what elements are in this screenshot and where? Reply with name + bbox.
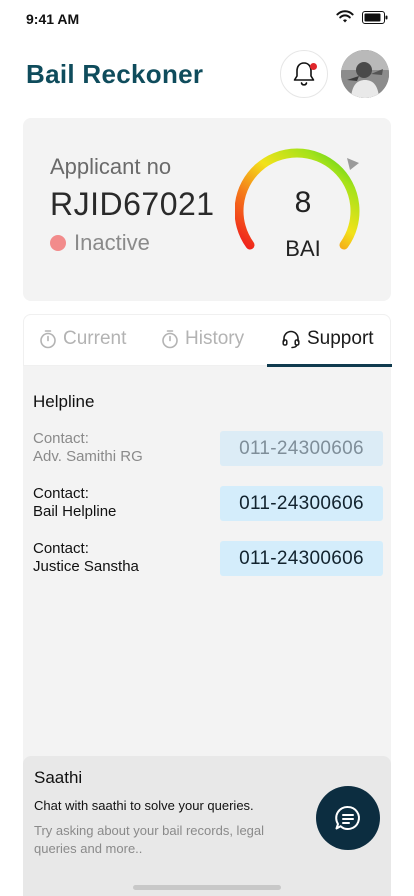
home-indicator[interactable] (133, 885, 281, 890)
tab-history[interactable]: History (161, 328, 244, 350)
saathi-title: Saathi (34, 768, 83, 787)
status-text: Inactive (74, 230, 150, 255)
avatar[interactable] (341, 50, 389, 98)
contact-name: Justice Sanstha (33, 558, 139, 575)
contact-caption: Contact: (33, 540, 89, 557)
notification-dot (310, 63, 317, 70)
helpline-heading: Helpline (33, 392, 95, 411)
applicant-status: Inactive (50, 230, 150, 256)
tab-history-label: History (185, 328, 245, 349)
contact-caption: Contact: (33, 430, 89, 447)
tab-current-label: Current (63, 328, 127, 349)
contact-item: Contact: Bail Helpline 011-24300606 (33, 485, 383, 525)
headset-icon (282, 330, 300, 349)
contact-name: Adv. Samithi RG (33, 448, 143, 465)
timer-icon (40, 330, 56, 349)
notifications-button[interactable] (280, 50, 328, 98)
applicant-label: Applicant no (50, 154, 172, 179)
contact-caption: Contact: (33, 485, 89, 502)
gauge-value: 8 (294, 186, 312, 219)
avatar-photo (341, 50, 389, 98)
phone-number-button[interactable]: 011-24300606 (220, 431, 383, 466)
active-tab-indicator (267, 364, 392, 367)
phone-number-button[interactable]: 011-24300606 (220, 541, 383, 576)
contact-label: Contact: Bail Helpline (33, 485, 116, 521)
status-time: 9:41 AM (26, 11, 80, 27)
applicant-id: RJID67021 (50, 186, 215, 222)
contact-name: Bail Helpline (33, 503, 117, 520)
tab-support[interactable]: Support (281, 328, 374, 350)
status-bar: 9:41 AM (0, 0, 414, 36)
contact-label: Contact: Justice Sanstha (33, 540, 139, 576)
detail-panel: Current History Support Helpline Contact… (23, 314, 392, 896)
timer-icon (162, 330, 178, 349)
tab-support-label: Support (307, 328, 374, 349)
chat-button[interactable] (316, 786, 380, 850)
contact-item: Contact: Justice Sanstha 011-24300606 (33, 540, 383, 580)
contact-label: Contact: Adv. Samithi RG (33, 430, 143, 466)
saathi-subtitle: Chat with saathi to solve your queries. (34, 798, 254, 813)
app-title: Bail Reckoner (26, 59, 204, 89)
status-dot (50, 235, 66, 251)
status-icons (336, 10, 388, 24)
wifi-icon (336, 10, 354, 23)
chat-icon (335, 805, 360, 830)
contact-item: Contact: Adv. Samithi RG 011-24300606 (33, 430, 383, 470)
applicant-card: Applicant no RJID67021 Inactive 8 BAI (23, 118, 391, 301)
saathi-card: Saathi Chat with saathi to solve your qu… (23, 756, 391, 896)
phone-number-button[interactable]: 011-24300606 (220, 486, 383, 521)
battery-icon (362, 10, 388, 24)
tab-bar: Current History Support (23, 314, 392, 367)
gauge-label: BAI (285, 236, 321, 261)
gauge-indicator-icon (347, 158, 359, 170)
saathi-hint: Try asking about your bail records, lega… (34, 823, 265, 856)
tab-current[interactable]: Current (39, 328, 126, 350)
